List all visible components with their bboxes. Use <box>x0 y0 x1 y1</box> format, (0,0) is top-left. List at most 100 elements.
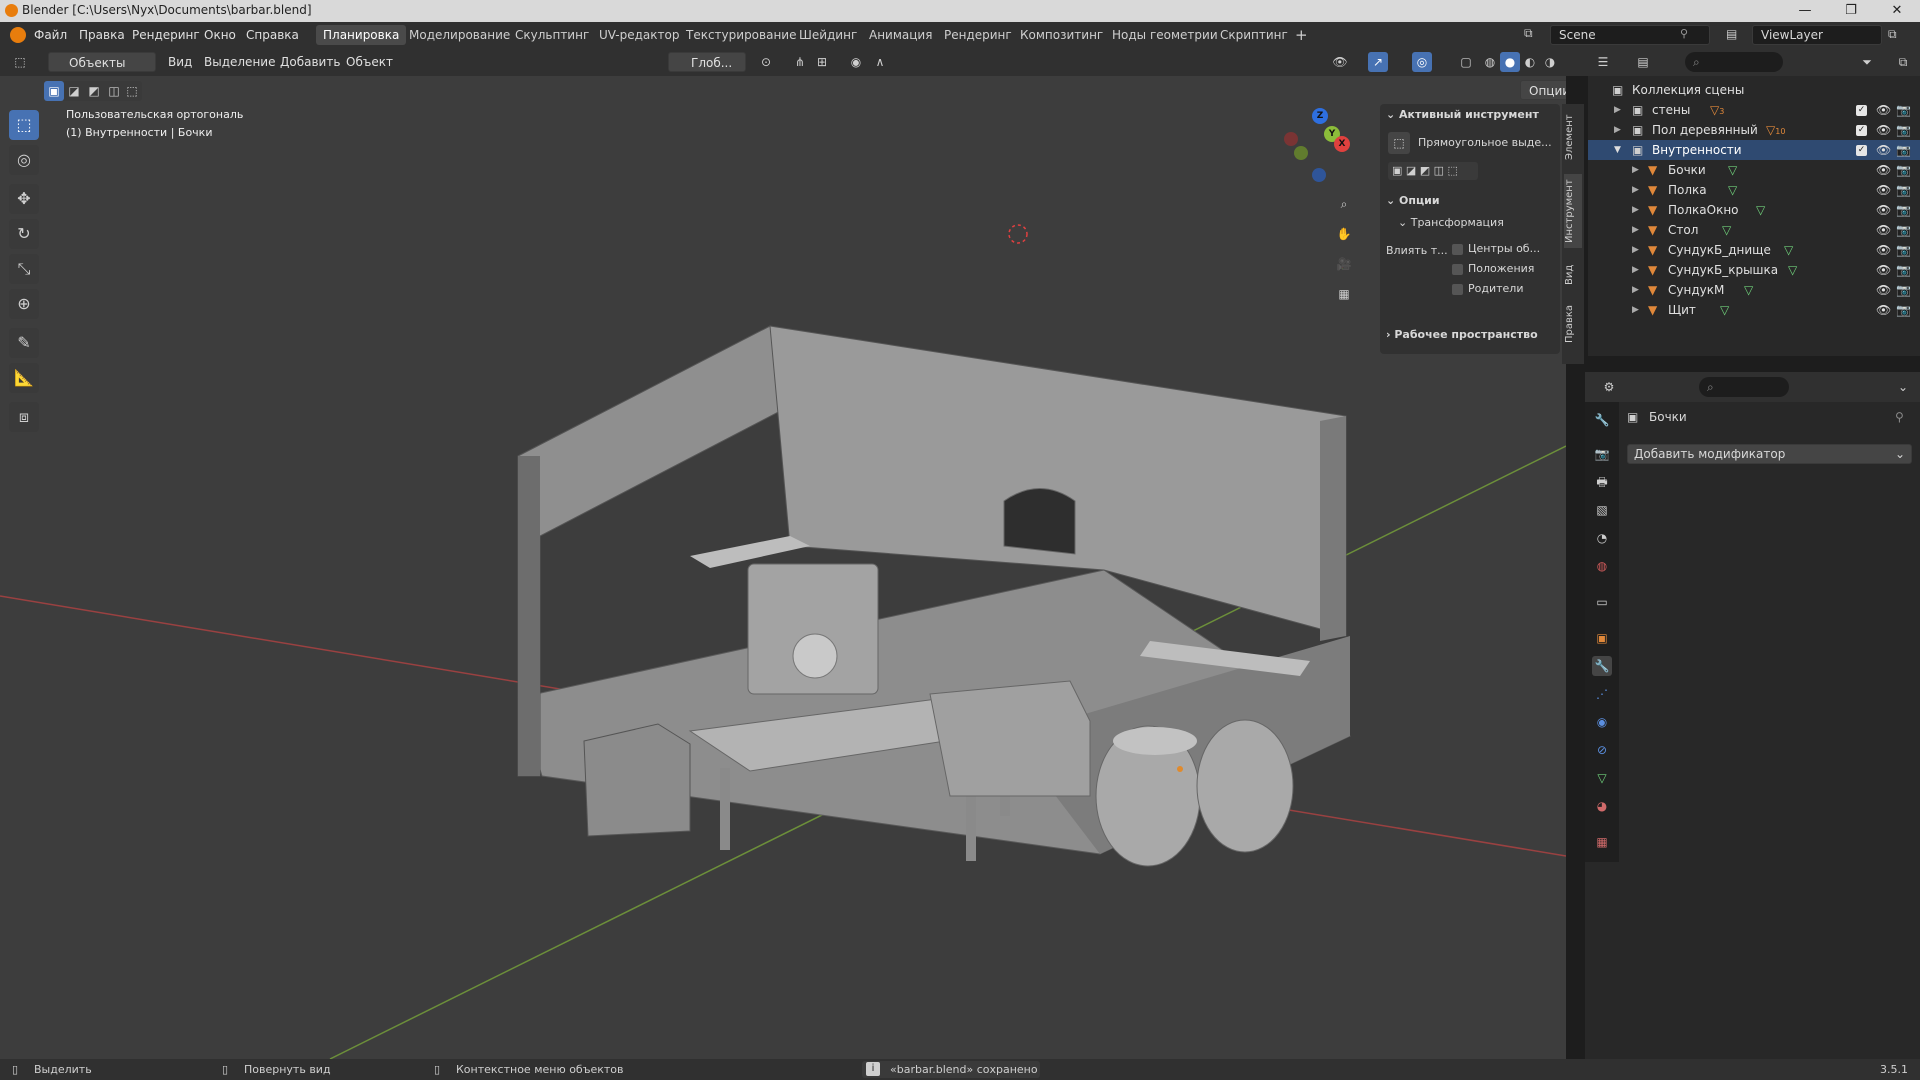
display-mode-icon[interactable]: ▤ <box>1633 52 1653 72</box>
tab-texturing[interactable]: Текстурирование <box>679 25 803 45</box>
add-cube-tool-icon[interactable]: ⧈ <box>9 402 39 432</box>
camera-icon[interactable]: 📷 <box>1896 300 1911 320</box>
tab-animation[interactable]: Анимация <box>862 25 939 45</box>
tool-tab-icon[interactable]: 🔧 <box>1592 410 1612 430</box>
tab-tool[interactable]: Инструмент <box>1564 174 1582 248</box>
output-tab-icon[interactable]: 🖶 <box>1592 472 1612 492</box>
object-row[interactable]: ▶ ▼ Бочки ▽ 👁 📷 <box>1588 160 1920 180</box>
eye-icon[interactable]: 👁 <box>1876 180 1891 200</box>
maximize-button[interactable]: ❐ <box>1828 0 1874 22</box>
pan-hand-icon[interactable]: ✋ <box>1334 224 1354 244</box>
expand-icon[interactable]: ▶ <box>1632 220 1639 240</box>
select-box-tool-icon[interactable]: ⬚ <box>9 110 39 140</box>
gizmo-neg-x-icon[interactable] <box>1284 132 1298 146</box>
collapse-icon[interactable]: ▼ <box>1614 140 1621 160</box>
gizmo-neg-y-icon[interactable] <box>1294 146 1308 160</box>
ortho-toggle-icon[interactable]: ▦ <box>1334 284 1354 304</box>
object-row[interactable]: ▶ ▼ Щит ▽ 👁 📷 <box>1588 300 1920 320</box>
options-header[interactable]: ⌄ Опции <box>1386 194 1440 207</box>
transform-orientation-dropdown[interactable]: Глоб... <box>668 52 746 72</box>
transform-tool-icon[interactable]: ⊕ <box>9 289 39 319</box>
camera-icon[interactable]: 📷 <box>1896 200 1911 220</box>
expand-icon[interactable]: ▶ <box>1614 100 1621 120</box>
world-tab-icon[interactable]: ◍ <box>1592 556 1612 576</box>
zoom-icon[interactable]: ⌕ <box>1334 194 1354 214</box>
texture-tab-icon[interactable]: ▦ <box>1592 832 1612 852</box>
camera-icon[interactable]: 📷 <box>1896 120 1911 140</box>
select-box-tool-icon[interactable]: ⬚ <box>1388 132 1410 154</box>
properties-search-input[interactable]: ⌕ <box>1699 377 1789 397</box>
camera-icon[interactable]: 📷 <box>1896 220 1911 240</box>
expand-icon[interactable]: ▶ <box>1632 160 1639 180</box>
exclude-checkbox[interactable]: ✓ <box>1856 105 1867 116</box>
new-collection-icon[interactable]: ⧉ <box>1893 52 1913 72</box>
scale-tool-icon[interactable]: ⤡ <box>9 254 39 284</box>
camera-icon[interactable]: 📷 <box>1896 240 1911 260</box>
tab-item[interactable]: Элемент <box>1564 110 1582 164</box>
object-row[interactable]: ▶ ▼ Полка ▽ 👁 📷 <box>1588 180 1920 200</box>
eye-icon[interactable]: 👁 <box>1876 100 1891 120</box>
menu-view[interactable]: Вид <box>168 52 192 72</box>
cursor-tool-icon[interactable]: ◎ <box>9 145 39 175</box>
tab-sculpting[interactable]: Скульптинг <box>508 25 596 45</box>
menu-render[interactable]: Рендеринг <box>132 28 200 42</box>
constraints-tab-icon[interactable]: ⊘ <box>1592 740 1612 760</box>
affect-parents-checkbox[interactable] <box>1452 284 1463 295</box>
expand-icon[interactable]: ▶ <box>1632 180 1639 200</box>
scene-browse-icon[interactable]: ⧉ <box>1524 26 1546 44</box>
camera-icon[interactable]: 📷 <box>1896 100 1911 120</box>
particles-tab-icon[interactable]: ⋰ <box>1592 684 1612 704</box>
proportional-edit-icon[interactable]: ◉ <box>846 52 866 72</box>
gizmo-toggle-icon[interactable]: ↗ <box>1368 52 1388 72</box>
material-shading-icon[interactable]: ◐ <box>1520 52 1540 72</box>
physics-tab-icon[interactable]: ◉ <box>1592 712 1612 732</box>
material-tab-icon[interactable]: ◕ <box>1592 796 1612 816</box>
menu-edit[interactable]: Правка <box>79 28 125 42</box>
menu-window[interactable]: Окно <box>204 28 236 42</box>
outliner-editor-type-icon[interactable]: ☰ <box>1593 52 1613 72</box>
expand-icon[interactable]: ▶ <box>1632 260 1639 280</box>
xray-icon[interactable]: ▢ <box>1456 52 1476 72</box>
tab-view[interactable]: Вид <box>1564 260 1582 290</box>
eye-icon[interactable]: 👁 <box>1876 280 1891 300</box>
gizmo-neg-z-icon[interactable] <box>1312 168 1326 182</box>
collection-row[interactable]: ▶ ▣ стены ▽3 ✓ 👁 📷 <box>1588 100 1920 120</box>
annotate-tool-icon[interactable]: ✎ <box>9 328 39 358</box>
exclude-checkbox[interactable]: ✓ <box>1856 145 1867 156</box>
outliner-search-input[interactable]: ⌕ <box>1685 52 1783 72</box>
camera-icon[interactable]: 📷 <box>1896 140 1911 160</box>
tab-shading[interactable]: Шейдинг <box>792 25 864 45</box>
expand-icon[interactable]: ▶ <box>1632 240 1639 260</box>
overlay-toggle-icon[interactable]: ◎ <box>1412 52 1432 72</box>
workspace-header[interactable]: › Рабочее пространство <box>1386 328 1538 341</box>
menu-help[interactable]: Справка <box>246 28 299 42</box>
collection-row[interactable]: ▶ ▣ Пол деревянный ▽10 ✓ 👁 📷 <box>1588 120 1920 140</box>
add-workspace-button[interactable]: + <box>1288 25 1315 45</box>
affect-locations-checkbox[interactable] <box>1452 264 1463 275</box>
expand-icon[interactable]: ▶ <box>1632 280 1639 300</box>
expand-icon[interactable]: ▶ <box>1632 200 1639 220</box>
move-tool-icon[interactable]: ✥ <box>9 184 39 214</box>
tab-rendering[interactable]: Рендеринг <box>937 25 1019 45</box>
exclude-checkbox[interactable]: ✓ <box>1856 125 1867 136</box>
select-new-icon[interactable]: ▣ <box>44 81 64 101</box>
tab-compositing[interactable]: Композитинг <box>1013 25 1110 45</box>
tab-edit[interactable]: Правка <box>1564 300 1582 348</box>
menu-object[interactable]: Объект <box>346 52 393 72</box>
expand-icon[interactable]: ▶ <box>1614 120 1621 140</box>
expand-icon[interactable]: ▶ <box>1632 300 1639 320</box>
active-tool-header[interactable]: ⌄ Активный инструмент <box>1386 108 1539 121</box>
blender-menu-icon[interactable] <box>10 27 26 43</box>
data-tab-icon[interactable]: ▽ <box>1592 768 1612 788</box>
collection-tab-icon[interactable]: ▭ <box>1592 592 1612 612</box>
transform-header[interactable]: ⌄ Трансформация <box>1398 216 1504 229</box>
view-layer-tab-icon[interactable]: ▧ <box>1592 500 1612 520</box>
filter-icon[interactable]: ⏷ <box>1857 52 1877 72</box>
viewlayer-field[interactable]: ViewLayer <box>1752 25 1882 45</box>
falloff-icon[interactable]: ∧ <box>870 52 890 72</box>
affect-origins-checkbox[interactable] <box>1452 244 1463 255</box>
select-invert-icon[interactable]: ◫ <box>104 81 124 101</box>
3d-viewport[interactable]: Пользовательская ортогональ (1) Внутренн… <box>0 76 1566 1059</box>
snap-icon[interactable]: ⋔ <box>790 52 810 72</box>
select-subtract-icon[interactable]: ◩ <box>84 81 104 101</box>
